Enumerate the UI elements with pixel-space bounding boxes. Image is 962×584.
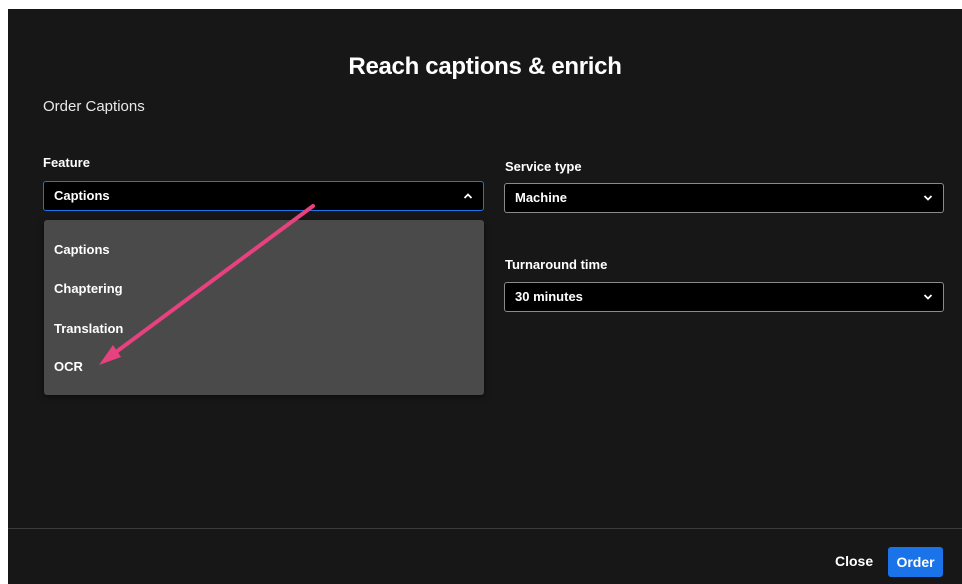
chevron-down-icon [921, 283, 935, 311]
feature-select-value: Captions [54, 188, 110, 203]
turnaround-label: Turnaround time [505, 257, 608, 272]
service-type-value: Machine [515, 190, 568, 205]
order-button[interactable]: Order [888, 547, 943, 577]
feature-option-captions[interactable]: Captions [54, 242, 110, 257]
feature-select[interactable]: Captions [43, 181, 484, 211]
feature-dropdown-menu: Captions Chaptering Translation OCR [44, 220, 484, 395]
chevron-down-icon [921, 184, 935, 212]
chevron-up-icon [461, 182, 475, 210]
feature-option-translation[interactable]: Translation [54, 321, 123, 336]
section-title: Order Captions [43, 98, 145, 115]
feature-option-chaptering[interactable]: Chaptering [54, 281, 123, 296]
reach-modal: Reach captions & enrich Order Captions F… [8, 9, 962, 584]
turnaround-value: 30 minutes [515, 289, 583, 304]
modal-title: Reach captions & enrich [348, 53, 622, 80]
close-button[interactable]: Close [835, 553, 873, 569]
turnaround-select[interactable]: 30 minutes [504, 282, 944, 312]
footer-divider [8, 528, 962, 529]
service-type-label: Service type [505, 159, 582, 174]
feature-option-ocr[interactable]: OCR [54, 359, 83, 374]
service-type-select[interactable]: Machine [504, 183, 944, 213]
feature-label: Feature [43, 155, 90, 170]
